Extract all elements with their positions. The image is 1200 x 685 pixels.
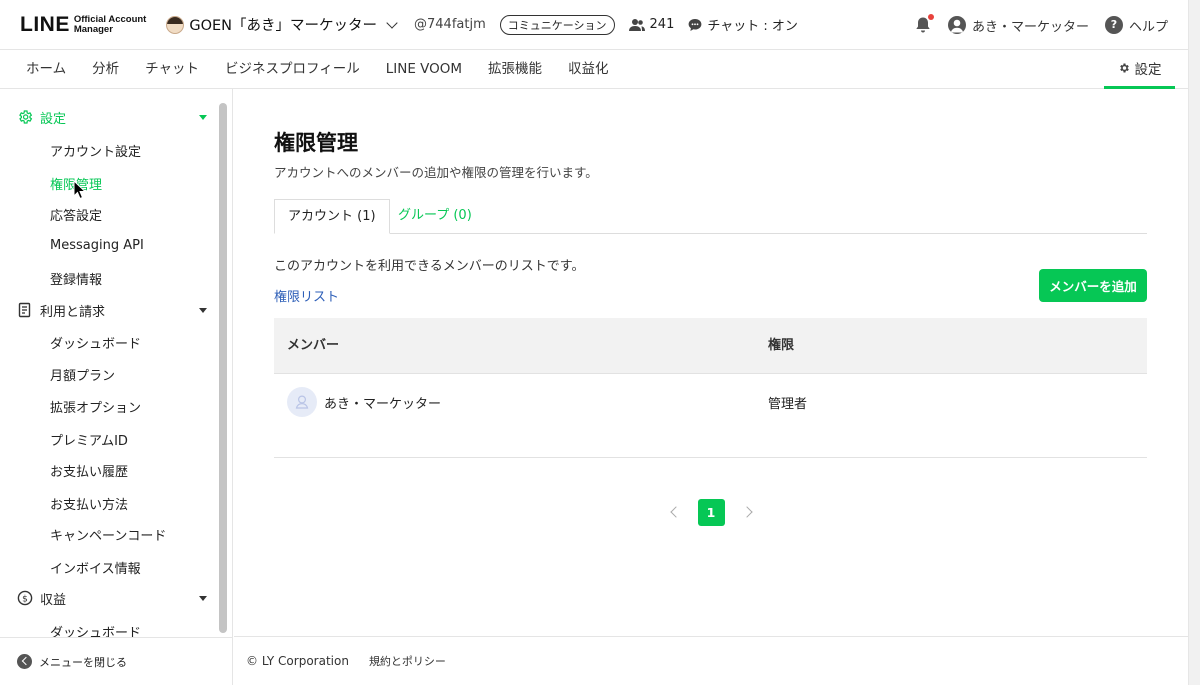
- chevron-left-icon[interactable]: [669, 506, 682, 518]
- nav-chat[interactable]: チャット: [132, 50, 212, 89]
- tab-group[interactable]: グループ (0): [385, 199, 485, 234]
- notification-bell-icon[interactable]: [914, 14, 934, 34]
- column-header-member: メンバー: [287, 338, 340, 353]
- member-role: 管理者: [768, 397, 808, 412]
- main-content: 権限管理 アカウントへのメンバーの追加や権限の管理を行います。 アカウント (1…: [234, 89, 1188, 636]
- gear-icon: [1119, 63, 1129, 73]
- account-id: @744fatjm: [414, 17, 486, 32]
- notification-dot: [927, 14, 934, 20]
- question-mark-icon: ?: [1104, 16, 1123, 34]
- table-header: メンバー 権限: [274, 318, 1147, 374]
- chat-bubble-icon: [688, 18, 702, 31]
- svg-text:$: $: [22, 595, 28, 605]
- close-menu-label: メニューを閉じる: [39, 655, 127, 669]
- caret-down-icon: [199, 596, 207, 601]
- table-row: あき・マーケッター 管理者: [274, 374, 1147, 458]
- tab-bar: アカウント (1) グループ (0): [274, 199, 1147, 234]
- caret-down-icon: [199, 115, 207, 120]
- page-scrollbar[interactable]: [1188, 0, 1200, 685]
- account-avatar: [166, 15, 185, 34]
- logo-sub-2: Manager: [73, 23, 113, 35]
- column-header-role: 権限: [768, 338, 795, 353]
- chevron-down-icon: [386, 16, 398, 29]
- user-avatar-icon: [947, 16, 966, 34]
- nav-extensions[interactable]: 拡張機能: [475, 50, 555, 89]
- page-number-current[interactable]: 1: [697, 498, 725, 526]
- logo-subtitle: Official Account Manager: [73, 13, 147, 35]
- nav-home[interactable]: ホーム: [0, 50, 79, 89]
- sidebar-item-billing-dashboard[interactable]: ダッシュボード: [50, 333, 141, 352]
- page-footer: © LY Corporation 規約とポリシー: [234, 636, 1188, 685]
- sidebar-group-revenue[interactable]: $ 収益: [17, 586, 207, 610]
- nav-settings-label: 設定: [1134, 62, 1162, 78]
- page-description: アカウントへのメンバーの追加や権限の管理を行います。: [274, 165, 598, 180]
- followers-value: 241: [649, 17, 675, 32]
- sidebar-group-settings[interactable]: 設定: [17, 105, 207, 129]
- copyright-text: © LY Corporation: [246, 654, 349, 668]
- receipt-icon: [18, 302, 31, 318]
- chevron-left-icon: [17, 654, 32, 669]
- sidebar-item-registration-info[interactable]: 登録情報: [50, 269, 102, 288]
- sidebar-scrollbar[interactable]: [219, 103, 227, 633]
- followers-count: 241: [628, 17, 675, 32]
- tab-account[interactable]: アカウント (1): [274, 199, 390, 234]
- sidebar-group-billing-label: 利用と請求: [40, 304, 106, 320]
- member-table: メンバー 権限 あき・マーケッター 管理者: [274, 318, 1147, 458]
- help-label: ヘルプ: [1128, 19, 1168, 35]
- list-description: このアカウントを利用できるメンバーのリストです。: [274, 259, 585, 274]
- logo-line-text: LINE: [20, 12, 70, 36]
- sidebar-item-payment-method[interactable]: お支払い方法: [50, 494, 128, 513]
- sidebar: 設定 アカウント設定 権限管理 応答設定 Messaging API 登録情報 …: [0, 89, 233, 685]
- permission-list-link[interactable]: 権限リスト: [274, 286, 339, 305]
- sidebar-item-invoice-info[interactable]: インボイス情報: [50, 558, 141, 577]
- sidebar-item-extension-options[interactable]: 拡張オプション: [50, 397, 141, 416]
- logo-sub-1: Official Account: [73, 13, 147, 25]
- sidebar-item-response-settings[interactable]: 応答設定: [50, 205, 102, 224]
- chat-status-text: チャット : オン: [707, 19, 798, 34]
- sidebar-item-account-settings[interactable]: アカウント設定: [50, 141, 141, 160]
- chevron-right-icon[interactable]: [740, 506, 753, 518]
- line-oa-logo[interactable]: LINE Official Account Manager: [20, 13, 146, 37]
- sidebar-item-monthly-plan[interactable]: 月額プラン: [50, 365, 115, 384]
- close-menu-button[interactable]: メニューを閉じる: [0, 637, 232, 685]
- sidebar-item-campaign-code[interactable]: キャンペーンコード: [50, 525, 166, 544]
- top-header: LINE Official Account Manager GOEN「あき」マー…: [0, 0, 1188, 50]
- terms-policy-link[interactable]: 規約とポリシー: [369, 653, 446, 669]
- nav-line-voom[interactable]: LINE VOOM: [373, 50, 475, 89]
- caret-down-icon: [199, 308, 207, 313]
- sidebar-group-billing[interactable]: 利用と請求: [17, 298, 207, 322]
- member-name: あき・マーケッター: [324, 397, 442, 412]
- user-menu[interactable]: あき・マーケッター: [947, 16, 1089, 35]
- mouse-cursor-icon: [73, 180, 87, 200]
- nav-settings[interactable]: 設定: [1104, 50, 1175, 89]
- header-right-group: あき・マーケッター ? ヘルプ: [914, 0, 1168, 50]
- plan-badge: コミュニケーション: [499, 14, 615, 35]
- main-nav: ホーム 分析 チャット ビジネスプロフィール LINE VOOM 拡張機能 収益…: [0, 50, 1188, 89]
- sidebar-item-payment-history[interactable]: お支払い履歴: [50, 461, 128, 480]
- sidebar-group-revenue-label: 収益: [40, 592, 67, 608]
- member-avatar-icon: [287, 387, 317, 417]
- sidebar-item-messaging-api[interactable]: Messaging API: [50, 238, 144, 253]
- nav-monetization[interactable]: 収益化: [555, 50, 622, 89]
- account-selector[interactable]: GOEN「あき」マーケッター: [166, 14, 400, 35]
- user-name: あき・マーケッター: [971, 19, 1089, 35]
- dollar-circle-icon: $: [17, 590, 33, 606]
- chat-status[interactable]: チャット : オン: [688, 15, 798, 34]
- nav-business-profile[interactable]: ビジネスプロフィール: [212, 50, 373, 89]
- account-name: GOEN「あき」マーケッター: [189, 18, 378, 34]
- people-icon: [628, 18, 645, 31]
- nav-analytics[interactable]: 分析: [79, 50, 132, 89]
- gear-icon: [19, 110, 33, 124]
- sidebar-item-premium-id[interactable]: プレミアムID: [50, 430, 128, 449]
- sidebar-group-settings-label: 設定: [40, 111, 67, 127]
- page-title: 権限管理: [274, 131, 358, 155]
- help-link[interactable]: ? ヘルプ: [1104, 16, 1168, 35]
- pagination: 1: [234, 498, 1188, 526]
- add-member-button[interactable]: メンバーを追加: [1039, 269, 1147, 302]
